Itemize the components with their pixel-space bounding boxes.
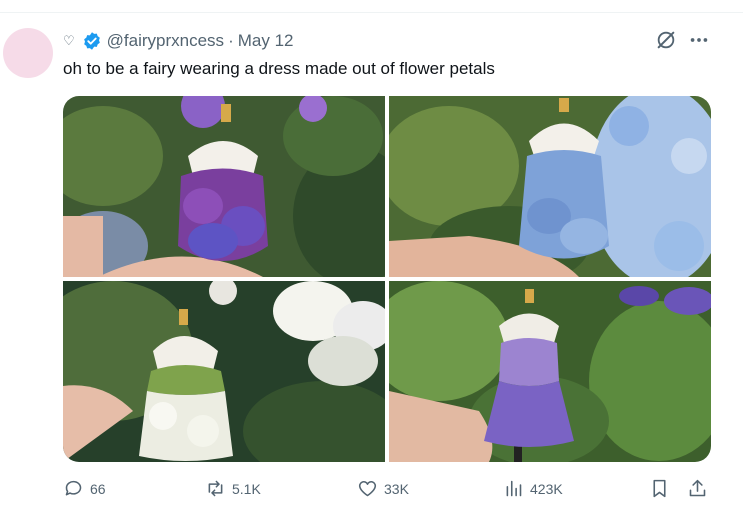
like-icon bbox=[358, 480, 377, 497]
blue-dress-image bbox=[389, 96, 711, 277]
reply-button[interactable]: 66 bbox=[63, 478, 106, 499]
photo-blue-dress[interactable] bbox=[389, 96, 711, 277]
share-button[interactable] bbox=[687, 478, 708, 499]
reply-count: 66 bbox=[90, 480, 106, 497]
tweet-text: oh to be a fairy wearing a dress made ou… bbox=[63, 59, 495, 78]
reply-icon bbox=[65, 480, 82, 496]
retweet-icon bbox=[208, 480, 223, 497]
name-decoration: ♡ bbox=[63, 33, 76, 48]
media-grid bbox=[63, 96, 711, 462]
photo-violet-dress[interactable] bbox=[389, 281, 711, 462]
views-count: 423K bbox=[530, 480, 563, 497]
top-divider bbox=[0, 12, 743, 13]
avatar[interactable] bbox=[3, 28, 53, 78]
action-bar: 66 5.1K 33K 423K bbox=[63, 478, 713, 502]
photo-purple-dress[interactable] bbox=[63, 96, 385, 277]
white-green-dress-image bbox=[63, 281, 385, 462]
views-icon bbox=[506, 480, 522, 497]
like-button[interactable]: 33K bbox=[357, 478, 409, 499]
separator-dot: · bbox=[228, 31, 234, 50]
verified-badge-icon bbox=[83, 32, 100, 50]
tweet-date[interactable]: May 12 bbox=[238, 31, 294, 51]
retweet-count: 5.1K bbox=[232, 480, 261, 497]
bookmark-button[interactable] bbox=[649, 478, 670, 499]
purple-dress-image bbox=[63, 96, 385, 277]
violet-dress-image bbox=[389, 281, 711, 462]
bookmark-icon bbox=[653, 479, 666, 498]
share-icon bbox=[689, 479, 706, 497]
more-options-icon[interactable] bbox=[688, 29, 710, 51]
retweet-button[interactable]: 5.1K bbox=[205, 478, 261, 499]
like-count: 33K bbox=[384, 480, 409, 497]
views-button[interactable]: 423K bbox=[503, 478, 563, 499]
tweet-header: ♡ @fairyprxncess · May 12 bbox=[63, 30, 293, 52]
grok-icon[interactable] bbox=[655, 29, 677, 51]
author-handle[interactable]: @fairyprxncess bbox=[107, 31, 224, 51]
photo-white-green-dress[interactable] bbox=[63, 281, 385, 462]
